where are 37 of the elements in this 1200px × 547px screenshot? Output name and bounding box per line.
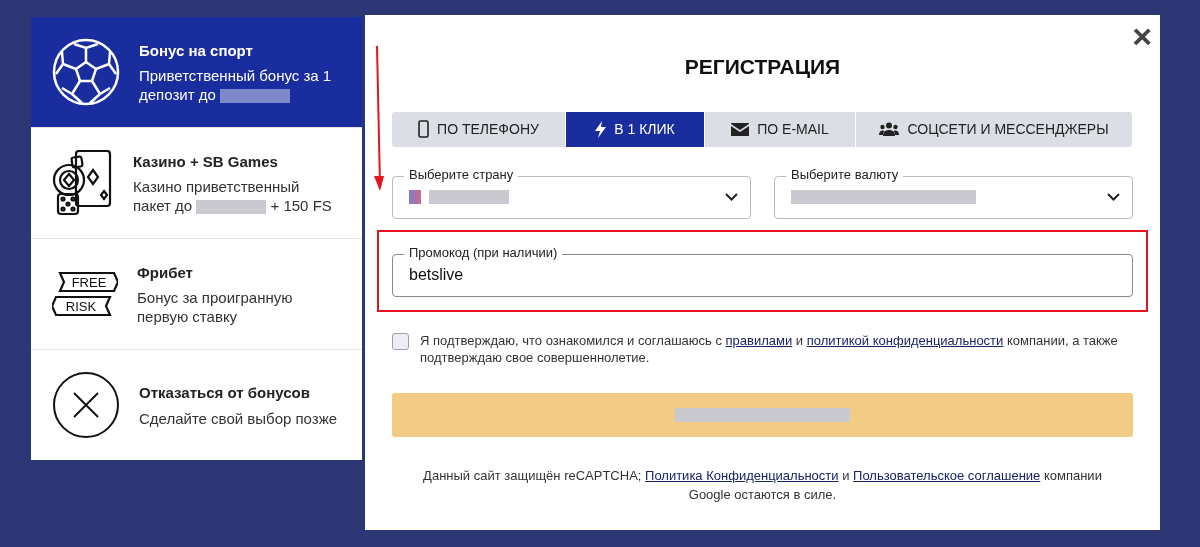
close-circle-icon (52, 371, 120, 439)
field-label: Выберите валюту (786, 166, 904, 183)
text-link[interactable]: Пользовательское соглашение (853, 467, 1041, 483)
bonus-description: Приветственный бонус за 1 депозит до (139, 66, 333, 105)
flag-icon (409, 190, 421, 204)
cards-chip-dice-icon (52, 150, 114, 216)
tab[interactable]: ПО ТЕЛЕФОНУ (392, 111, 565, 147)
bonus-title: Фрибет (137, 262, 194, 283)
text-link[interactable]: политикой конфиденциальности (806, 332, 1004, 348)
close-button[interactable]: × (1132, 19, 1152, 53)
redacted-text (196, 200, 267, 215)
checkbox[interactable] (392, 332, 409, 350)
redacted-text (219, 89, 290, 104)
bonus-description: Сделайте свой выбор позже (139, 408, 339, 428)
chevron-down-icon (725, 193, 738, 201)
bonus-title: Бонус на спорт (139, 40, 254, 61)
phone-icon (418, 120, 430, 138)
bonus-description: Казино приветственный пакет до + 150 FS (133, 177, 333, 216)
tab[interactable]: В 1 КЛИК (566, 111, 704, 147)
text-link[interactable]: Политика Конфиденциальности (645, 467, 839, 483)
soccer-ball-icon (52, 38, 120, 106)
dialog-title: РЕГИСТРАЦИЯ (683, 54, 842, 80)
text-link[interactable]: правилами (725, 332, 793, 348)
submit-button[interactable] (392, 392, 1133, 437)
people-icon (879, 122, 900, 136)
chevron-down-icon (1107, 193, 1120, 201)
bonus-option[interactable]: Бонус на спорт Приветственный бонус за 1 депозит до (31, 17, 362, 127)
tab[interactable]: ПО E-MAIL (705, 111, 855, 147)
bonus-title: Казино + SB Games (133, 151, 279, 172)
bonus-description: Бонус за проигранную первую ставку (137, 288, 294, 327)
tab[interactable]: СОЦСЕТИ И МЕССЕНДЖЕРЫ (856, 111, 1132, 147)
recaptcha-notice: Данный сайт защищён reCAPTCHA; Политика Конфиденциальности и Пользовательское соглашение компании Google остаются в силе. (422, 466, 1103, 504)
mail-icon (731, 122, 750, 136)
consent-text: Я подтверждаю, что ознакомился и соглашаюсь с правилами и политикой конфиденциальности компании, а также подтверждаю свое совершеннолетие. (420, 331, 1119, 366)
field-label: Выберите страну (404, 166, 519, 183)
bonus-title: Отказаться от бонусов (139, 383, 311, 404)
lightning-icon (595, 120, 607, 138)
